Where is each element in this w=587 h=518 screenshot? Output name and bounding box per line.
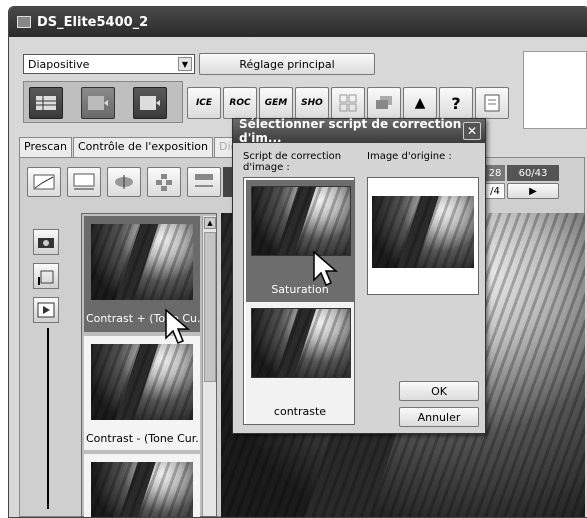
close-icon[interactable]: ✕ — [463, 122, 481, 140]
list-item[interactable]: Contrast - (Tone Cur... — [84, 336, 200, 450]
scroll-thumb[interactable] — [204, 232, 216, 382]
window-icon — [17, 16, 31, 28]
script-label: Script de correction d'image : — [243, 151, 342, 173]
cancel-button[interactable]: Annuler — [399, 407, 479, 427]
counter-left: 28 — [485, 165, 505, 181]
index-scan-icon[interactable] — [29, 87, 63, 119]
original-image — [372, 196, 474, 268]
script-thumbnail — [251, 186, 351, 256]
thumbnail-image — [91, 224, 193, 300]
film-type-value: Diapositive — [28, 57, 90, 71]
ok-button[interactable]: OK — [399, 381, 479, 401]
script-thumbnail — [251, 308, 351, 378]
sho-icon[interactable]: SHO — [295, 87, 329, 119]
callout-line — [47, 328, 49, 509]
prescan-icon[interactable] — [81, 87, 115, 119]
original-label: Image d'origine : — [367, 151, 452, 162]
scroll-up-icon[interactable]: ▲ — [204, 217, 216, 229]
pointer-cursor-icon — [165, 308, 191, 344]
film-type-select[interactable]: Diapositive ▼ — [23, 54, 195, 74]
ice-icon[interactable]: ICE — [187, 87, 221, 119]
thumbnail-image — [91, 344, 193, 420]
thumbnail-caption: Contrast - (Tone Cur... — [86, 432, 200, 445]
list-item[interactable] — [84, 454, 200, 517]
layers-icon[interactable] — [367, 87, 401, 119]
tab-prescan[interactable]: Prescan — [19, 137, 72, 157]
help-icon[interactable]: ? — [439, 87, 473, 119]
dialog-title: Sélectionner script de correction d'im..… — [239, 117, 462, 145]
thumbnail-image — [91, 462, 193, 517]
info-panel — [523, 51, 587, 129]
selective-color-icon[interactable] — [187, 167, 221, 197]
counter-right: 60/43 — [507, 165, 559, 181]
pointer-cursor-icon — [313, 250, 339, 286]
main-settings-button[interactable]: Réglage principal — [199, 53, 375, 75]
variations-icon[interactable] — [147, 167, 181, 197]
eject-icon[interactable]: ▲ — [403, 87, 437, 119]
roc-icon[interactable]: ROC — [223, 87, 257, 119]
thumbnail-list: Contrast + (Tone Cu... Contrast - (Tone … — [81, 213, 217, 517]
script-list: Saturation contraste — [243, 177, 355, 425]
camera-icon[interactable] — [33, 229, 59, 255]
select-script-dialog: Sélectionner script de correction d'im..… — [232, 117, 486, 434]
curve-tool-icon[interactable] — [27, 167, 61, 197]
dialog-title-bar: Sélectionner script de correction d'im..… — [233, 117, 485, 145]
slideshow-icon[interactable] — [33, 297, 59, 323]
title-bar: DS_Elite5400_2 — [9, 7, 587, 37]
script-caption: contraste — [273, 405, 327, 418]
window-title: DS_Elite5400_2 — [37, 14, 149, 30]
notes-icon[interactable] — [475, 87, 509, 119]
final-scan-icon[interactable] — [133, 87, 167, 119]
list-item[interactable]: contraste — [246, 302, 354, 424]
scrollbar[interactable]: ▲ — [202, 216, 216, 516]
counter-bottom: /4 — [485, 183, 505, 199]
histogram-tool-icon[interactable] — [67, 167, 101, 197]
color-wheel-icon[interactable] — [107, 167, 141, 197]
chevron-down-icon[interactable]: ▼ — [178, 57, 192, 71]
grid-icon[interactable] — [331, 87, 365, 119]
tab-exposure-control[interactable]: Contrôle de l'exposition — [72, 137, 213, 157]
crop-icon[interactable] — [33, 263, 59, 289]
gem-icon[interactable]: GEM — [259, 87, 293, 119]
tab-bar: Prescan Contrôle de l'exposition Digital — [19, 137, 261, 157]
original-image-frame — [367, 177, 479, 295]
next-frame-button[interactable]: ▶ — [507, 183, 559, 199]
